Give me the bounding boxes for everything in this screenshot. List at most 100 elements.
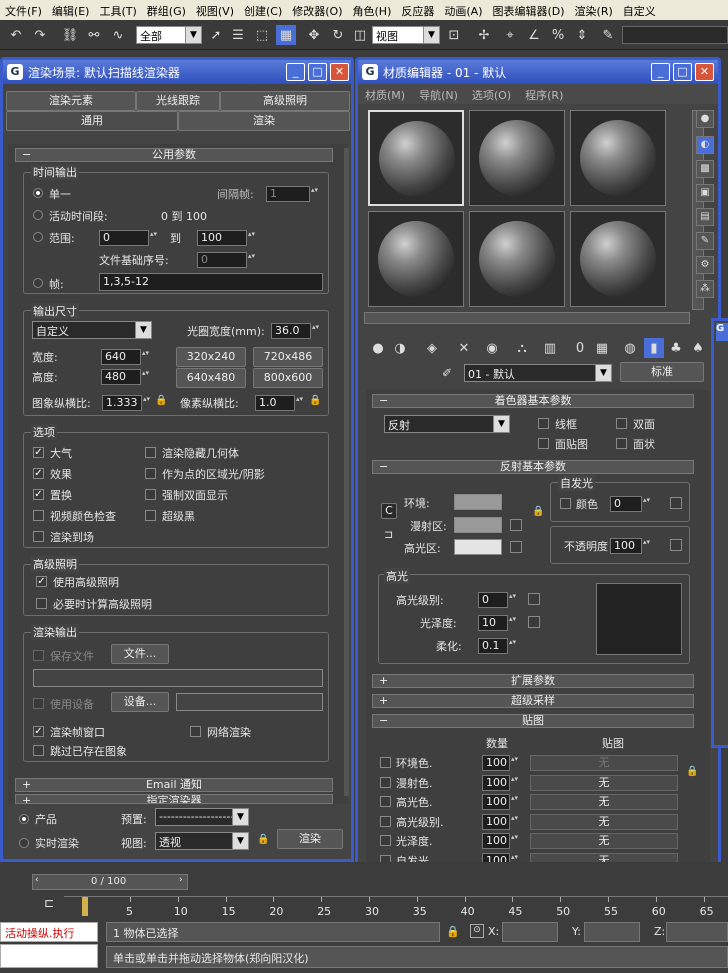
menu-item[interactable]: 视图(V) [191, 0, 239, 20]
opacity-map-button[interactable] [670, 539, 682, 551]
opacity-spinner[interactable]: 100 [610, 538, 652, 554]
tab-common[interactable]: 通用 [6, 111, 178, 131]
soften-spinner[interactable]: 0.1 [478, 638, 518, 654]
lock-view-icon[interactable]: 🔒 [257, 834, 269, 845]
scrollbar[interactable] [344, 148, 349, 796]
y-coord-field[interactable] [584, 922, 640, 942]
reference-coord-combo[interactable]: 视图 ▼ [372, 26, 440, 44]
named-sets-icon[interactable]: ✎ [598, 25, 618, 45]
uv-tiling-icon[interactable]: ▣ [696, 184, 714, 202]
lock-aspect-icon[interactable]: 🔒 [155, 395, 167, 406]
unlink-icon[interactable]: ⚯ [84, 25, 104, 45]
glossiness-spinner[interactable]: 10 [478, 615, 518, 631]
lock-selection-icon[interactable]: 🔒 [446, 925, 460, 938]
files-button[interactable]: 文件... [111, 644, 169, 664]
skip-existing-check[interactable] [33, 745, 44, 756]
frame-window-check[interactable]: ✓ [33, 726, 44, 737]
shader-type-combo[interactable]: 反射 ▼ [384, 415, 510, 433]
put-to-scene-icon[interactable]: ◑ [390, 338, 410, 358]
menu-item[interactable]: 修改器(O) [287, 0, 347, 20]
map-enable-check[interactable] [380, 757, 391, 768]
width-spinner[interactable]: 640 [101, 349, 151, 365]
put-to-library-icon[interactable]: ▥ [540, 338, 560, 358]
production-radio[interactable] [19, 814, 29, 824]
time-slider[interactable]: ‹ 0 / 100 › [32, 874, 188, 890]
tab-renderer[interactable]: 渲染 [178, 111, 350, 131]
device-field[interactable] [176, 693, 323, 711]
assign-renderer-rollout[interactable]: + 指定渲染器 [15, 794, 333, 804]
supersampling-rollout[interactable]: + 超级采样 [372, 694, 694, 708]
self-illum-spinner[interactable]: 0 [610, 496, 652, 512]
spec-level-map-button[interactable] [528, 593, 540, 605]
menu-item[interactable]: 动画(A) [439, 0, 487, 20]
range-radio[interactable] [33, 232, 43, 242]
background-icon[interactable]: ▩ [696, 160, 714, 178]
preset-720x486-button[interactable]: 720x486 [253, 347, 323, 367]
pivot-icon[interactable]: ⊡ [444, 25, 464, 45]
track-bar[interactable]: 5 10 15 20 25 30 35 40 45 50 55 60 65 [64, 896, 728, 922]
options-icon[interactable]: ⚙ [696, 256, 714, 274]
redo-icon[interactable]: ↷ [30, 25, 50, 45]
maxscript-input[interactable] [0, 944, 98, 968]
close-button[interactable]: ✕ [330, 63, 349, 81]
map-amount-spinner[interactable]: 100 [482, 794, 520, 810]
assign-to-selection-icon[interactable]: ◈ [422, 338, 442, 358]
option-check[interactable]: ✓ [33, 447, 44, 458]
material-navigator-icon[interactable]: ♠ [688, 338, 708, 358]
map-amount-spinner[interactable]: 100 [482, 833, 520, 849]
diffuse-map-button[interactable] [510, 519, 522, 531]
lock-ambient-diffuse-map-icon[interactable]: 🔒 [532, 506, 544, 517]
output-path-field[interactable] [33, 669, 323, 687]
link-icon[interactable]: ⛓ [60, 25, 80, 45]
rect-select-icon[interactable]: ⬚ [252, 25, 272, 45]
spinner-snap-icon[interactable]: ⇕ [572, 25, 592, 45]
frames-input[interactable]: 1,3,5-12 [99, 273, 323, 291]
show-end-result-icon[interactable]: ◍ [620, 338, 640, 358]
map-enable-check[interactable] [380, 796, 391, 807]
go-sibling-icon[interactable]: ♣ [666, 338, 686, 358]
move-icon[interactable]: ✥ [304, 25, 324, 45]
menu-item[interactable]: 渲染(R) [570, 0, 618, 20]
option-check[interactable] [145, 468, 156, 479]
bind-spacewarp-icon[interactable]: ∿ [108, 25, 128, 45]
map-button[interactable]: 无 [530, 755, 678, 771]
devices-button[interactable]: 设备... [111, 692, 169, 712]
map-amount-spinner[interactable]: 100 [482, 813, 520, 830]
material-type-button[interactable]: 标准 [620, 362, 704, 382]
map-button[interactable]: 无 [530, 833, 678, 849]
minimize-button[interactable]: _ [651, 63, 670, 81]
map-enable-check[interactable] [380, 815, 391, 827]
map-enable-check[interactable] [380, 776, 391, 788]
map-amount-spinner[interactable]: 100 [482, 755, 520, 771]
size-preset-combo[interactable]: 自定义 ▼ [32, 321, 152, 339]
extended-params-rollout[interactable]: + 扩展参数 [372, 674, 694, 688]
maps-rollout[interactable]: − 贴图 [372, 714, 694, 728]
named-selection-field[interactable] [622, 26, 728, 44]
undo-icon[interactable]: ↶ [6, 25, 26, 45]
select-icon[interactable]: ➚ [206, 25, 226, 45]
copy-material-icon[interactable]: ◉ [482, 338, 502, 358]
preset-320x240-button[interactable]: 320x240 [176, 347, 246, 367]
diffuse-swatch[interactable] [454, 517, 502, 533]
window-crossing-icon[interactable]: ▦ [276, 25, 296, 45]
get-material-icon[interactable]: ● [368, 338, 388, 358]
reset-icon[interactable]: ✕ [454, 338, 474, 358]
manipulate-icon[interactable]: ✢ [474, 25, 494, 45]
sample-slot[interactable] [368, 110, 464, 206]
make-preview-icon[interactable]: ✎ [696, 232, 714, 250]
menu-item[interactable]: 自定义 [618, 0, 661, 20]
menu-item[interactable]: 图表编辑器(D) [487, 0, 569, 20]
video-color-check-icon[interactable]: ▤ [696, 208, 714, 226]
select-by-name-icon[interactable]: ☰ [228, 25, 248, 45]
z-coord-field[interactable] [666, 922, 728, 942]
menu-item[interactable]: 编辑(E) [47, 0, 95, 20]
image-aspect-spinner[interactable]: 1.333 [102, 395, 152, 411]
menu-item[interactable]: 创建(C) [239, 0, 287, 20]
frames-radio[interactable] [33, 278, 43, 288]
tab-render-elements[interactable]: 渲染元素 [6, 91, 136, 111]
menu-item[interactable]: 角色(H) [348, 0, 397, 20]
lock-maps-icon[interactable]: 🔒 [686, 766, 698, 777]
map-amount-spinner[interactable]: 100 [482, 774, 520, 791]
spec-level-spinner[interactable]: 0 [478, 592, 518, 608]
percent-snap-icon[interactable]: % [548, 25, 568, 45]
